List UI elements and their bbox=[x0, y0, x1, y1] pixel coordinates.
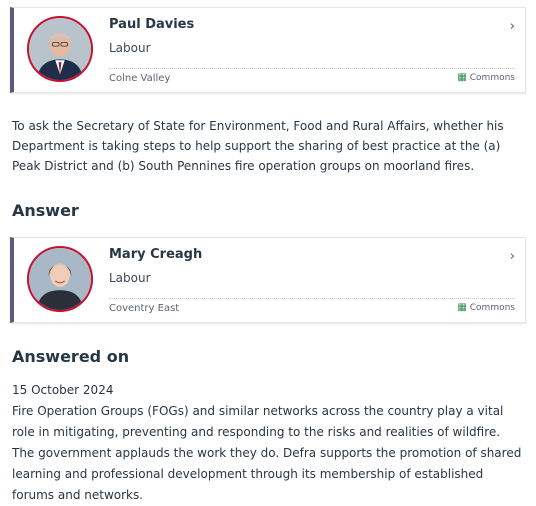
answer-text: Fire Operation Groups (FOGs) and similar… bbox=[12, 404, 522, 502]
portcullis-icon: ▦ bbox=[457, 302, 467, 313]
member-constituency: Colne Valley bbox=[109, 73, 171, 84]
member-party: Labour bbox=[109, 41, 151, 55]
divider bbox=[109, 68, 515, 69]
question-text: To ask the Secretary of State for Enviro… bbox=[12, 119, 504, 173]
chevron-right-icon[interactable]: › bbox=[510, 19, 515, 34]
member-name[interactable]: Mary Creagh bbox=[109, 247, 202, 262]
member-name[interactable]: Paul Davies bbox=[109, 17, 194, 32]
member-card-asker[interactable]: Paul Davies Labour › Colne Valley ▦ Comm… bbox=[10, 7, 526, 93]
answer-heading: Answer bbox=[12, 201, 79, 220]
member-party: Labour bbox=[109, 271, 151, 285]
portrait-icon bbox=[29, 248, 91, 310]
member-constituency: Coventry East bbox=[109, 303, 180, 314]
house-badge: ▦ Commons bbox=[457, 302, 515, 314]
divider bbox=[109, 298, 515, 299]
member-avatar bbox=[27, 246, 93, 312]
house-label: Commons bbox=[469, 303, 515, 313]
member-card-answerer[interactable]: Mary Creagh Labour › Coventry East ▦ Com… bbox=[10, 237, 526, 323]
answered-date: 15 October 2024 bbox=[12, 383, 114, 397]
house-badge: ▦ Commons bbox=[457, 72, 515, 84]
portcullis-icon: ▦ bbox=[457, 72, 467, 83]
house-label: Commons bbox=[469, 73, 515, 83]
answered-on-heading: Answered on bbox=[12, 347, 130, 366]
chevron-right-icon[interactable]: › bbox=[510, 249, 515, 264]
member-avatar bbox=[27, 16, 93, 82]
portrait-icon bbox=[29, 18, 91, 80]
